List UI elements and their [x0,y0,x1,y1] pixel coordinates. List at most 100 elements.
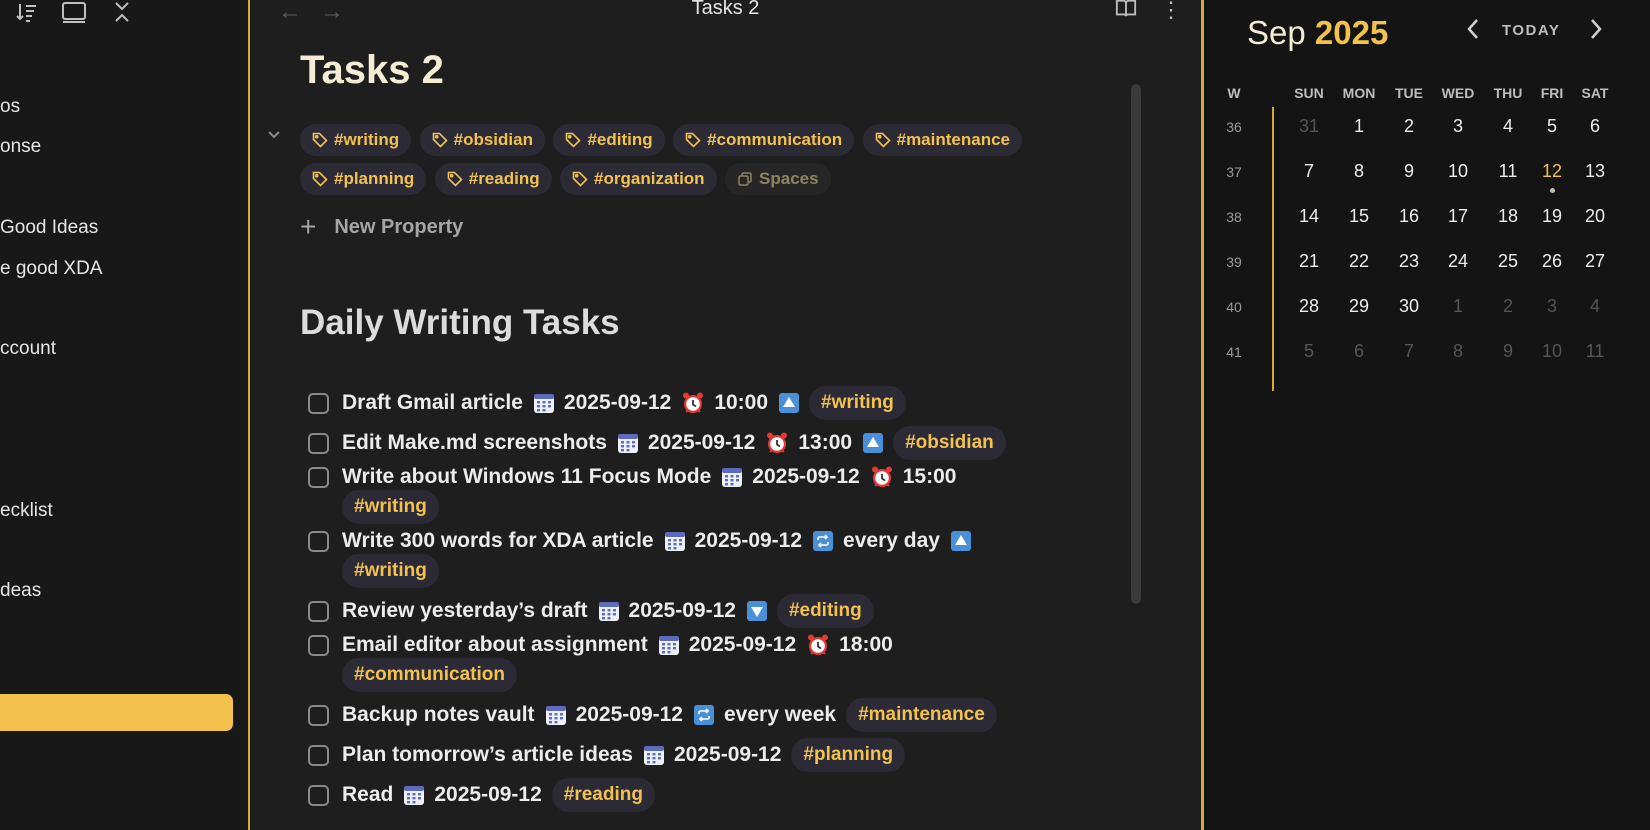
priority-up-icon [778,392,800,414]
task-due-date: 2025-09-12 [647,431,756,454]
calendar-day[interactable]: 13 [1575,161,1615,182]
calendar-day[interactable]: 11 [1488,161,1528,182]
calendar-day[interactable]: 25 [1488,251,1528,272]
calendar-day[interactable]: 19 [1532,206,1572,227]
calendar-day[interactable]: 31 [1289,116,1329,137]
property-tag[interactable]: #reading [434,163,552,195]
task-checkbox[interactable] [308,784,329,806]
calendar-day[interactable]: 29 [1339,296,1379,317]
week-column-divider [1272,107,1274,391]
new-property-button[interactable]: + New Property [300,213,463,241]
calendar-day[interactable]: 30 [1389,296,1429,317]
spaces-tag[interactable]: Spaces [725,163,831,195]
calendar-day[interactable]: 9 [1488,341,1528,362]
calendar-day[interactable]: 23 [1389,251,1429,272]
calendar-day[interactable]: 9 [1389,161,1429,182]
calendar-day[interactable]: 8 [1438,341,1478,362]
calendar-day[interactable]: 4 [1575,296,1615,317]
calendar-day[interactable]: 22 [1339,251,1379,272]
property-tag[interactable]: #organization [560,163,717,195]
task-due-date: 2025-09-12 [752,465,860,488]
sort-icon[interactable] [13,0,41,26]
calendar-day[interactable]: 10 [1532,341,1572,362]
calendar-day[interactable]: 28 [1289,296,1329,317]
chevron-down-icon[interactable] [267,128,281,147]
today-button[interactable]: TODAY [1502,22,1560,39]
task-checkbox[interactable] [308,634,329,656]
calendar-day[interactable]: 6 [1339,341,1379,362]
calendar-day[interactable]: 1 [1438,296,1478,317]
task-recurrence: every day [843,529,940,552]
task-tag[interactable]: #planning [791,738,906,772]
more-options-icon[interactable]: ⋮ [1160,0,1182,23]
task-checkbox[interactable] [308,432,329,454]
calendar-day-today[interactable]: 12 [1532,161,1572,182]
task-tag[interactable]: #maintenance [846,698,997,732]
calendar-day[interactable]: 2 [1488,296,1528,317]
calendar-day[interactable]: 24 [1438,251,1478,272]
calendar-day[interactable]: 16 [1389,206,1429,227]
calendar-day[interactable]: 3 [1438,116,1478,137]
task-tag[interactable]: #writing [342,554,439,588]
sidebar-item[interactable]: os [0,96,20,118]
calendar-day[interactable]: 1 [1339,116,1379,137]
calendar-day[interactable]: 21 [1289,251,1329,272]
calendar-day[interactable]: 14 [1289,206,1329,227]
calendar-day[interactable]: 20 [1575,206,1615,227]
calendar-day[interactable]: 17 [1438,206,1478,227]
day-header: SUN [1294,85,1324,101]
property-tag[interactable]: #planning [300,163,427,195]
property-tag[interactable]: #maintenance [862,124,1022,156]
calendar-day[interactable]: 11 [1575,341,1615,362]
calendar-day[interactable]: 3 [1532,296,1572,317]
next-month-icon[interactable] [1586,16,1606,49]
task-checkbox[interactable] [308,704,329,726]
sidebar-item[interactable]: e good XDA [0,258,102,280]
sidebar-item[interactable]: deas [0,580,41,602]
calendar-day[interactable]: 5 [1289,341,1329,362]
calendar-day[interactable]: 27 [1575,251,1615,272]
sidebar-item-active[interactable] [0,694,233,731]
property-tag[interactable]: #obsidian [419,124,545,156]
task-tag[interactable]: #writing [342,490,439,524]
calendar-day[interactable]: 26 [1532,251,1572,272]
priority-down-icon [746,600,768,622]
calendar-day[interactable]: 7 [1389,341,1429,362]
property-tag[interactable]: #communication [673,124,855,156]
collapse-all-icon[interactable] [108,0,136,26]
calendar-day[interactable]: 15 [1339,206,1379,227]
calendar-day[interactable]: 8 [1339,161,1379,182]
reading-view-icon[interactable] [1115,0,1137,25]
property-tag[interactable]: #writing [300,124,412,156]
task-checkbox[interactable] [308,466,329,488]
calendar-day[interactable]: 4 [1488,116,1528,137]
sidebar-item[interactable]: ecklist [0,500,53,522]
task-checkbox[interactable] [308,744,329,766]
calendar-day[interactable]: 6 [1575,116,1615,137]
calendar-day[interactable]: 2 [1389,116,1429,137]
sidebar-item[interactable]: onse [0,136,41,158]
calendar-day[interactable]: 18 [1488,206,1528,227]
previous-month-icon[interactable] [1463,16,1483,49]
task-tag[interactable]: #writing [809,386,906,420]
sidebar-item[interactable]: Good Ideas [0,217,98,239]
task-tag[interactable]: #obsidian [893,426,1006,460]
week-number-header: W [1227,85,1241,101]
task-tag[interactable]: #editing [776,594,874,628]
task-checkbox[interactable] [308,392,329,414]
task-tag[interactable]: #communication [342,658,517,692]
calendar-day[interactable]: 5 [1532,116,1572,137]
calendar-day[interactable]: 10 [1438,161,1478,182]
task-checkbox[interactable] [308,600,329,622]
sidebar-item-label: os [0,96,21,117]
calendar-day[interactable]: 7 [1289,161,1329,182]
week-number: 39 [1226,254,1242,270]
layout-icon[interactable] [60,0,88,26]
calendar-icon [617,432,639,454]
sidebar-item[interactable]: ccount [0,338,56,360]
scrollbar[interactable] [1131,84,1141,604]
task-checkbox[interactable] [308,530,329,552]
property-tag[interactable]: #editing [553,124,665,156]
task-tag[interactable]: #reading [551,778,655,812]
day-header: SAT [1581,85,1609,101]
